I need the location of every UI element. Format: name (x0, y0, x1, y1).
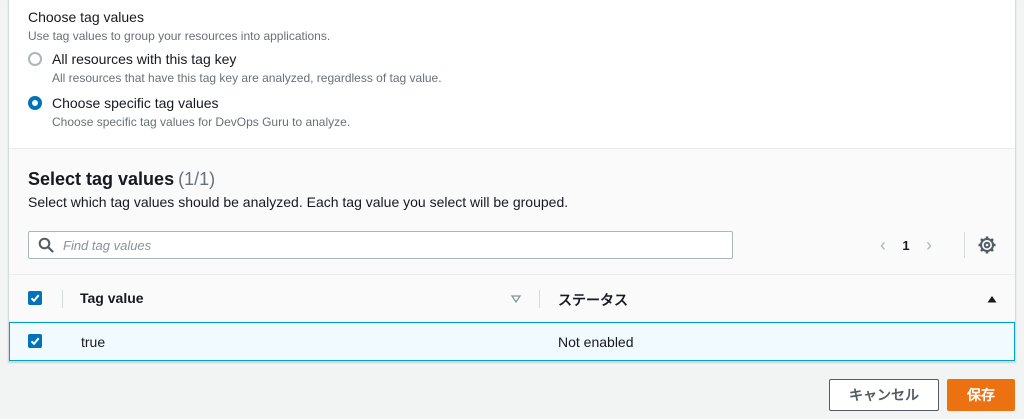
checkmark-icon (30, 337, 40, 346)
radio-option-specific-values[interactable]: Choose specific tag values Choose specif… (28, 94, 350, 129)
radio-unchecked[interactable] (28, 52, 42, 66)
cell-tag-value: true (81, 334, 106, 350)
save-button[interactable]: 保存 (947, 379, 1015, 411)
section-label: Choose tag values (28, 9, 144, 25)
gear-icon[interactable] (977, 235, 997, 255)
radio-description: Choose specific tag values for DevOps Gu… (52, 115, 351, 129)
row-checkbox[interactable] (28, 334, 42, 348)
radio-label: All resources with this tag key (52, 51, 237, 67)
radio-label: Choose specific tag values (52, 95, 219, 111)
radio-description: All resources that have this tag key are… (52, 71, 442, 85)
column-header-status[interactable]: ステータス (558, 290, 628, 310)
table-row[interactable]: true Not enabled (9, 322, 1015, 361)
search-input[interactable] (63, 232, 723, 258)
column-divider (539, 290, 540, 308)
search-icon (38, 237, 54, 253)
search-box (28, 231, 733, 259)
tag-values-panel: Choose tag values Use tag values to grou… (8, 0, 1016, 362)
sort-up-icon[interactable] (986, 293, 998, 305)
select-all-checkbox[interactable] (28, 291, 42, 305)
table-description: Select which tag values should be analyz… (28, 194, 569, 210)
table-header: Select tag values (1/1) Select which tag … (9, 149, 1015, 274)
choose-tag-values-section: Choose tag values Use tag values to grou… (9, 0, 1015, 148)
cancel-button[interactable]: キャンセル (829, 379, 939, 411)
column-header-tag-value[interactable]: Tag value (80, 290, 144, 306)
page-number[interactable]: 1 (893, 238, 919, 253)
column-divider (62, 290, 63, 308)
section-description: Use tag values to group your resources i… (28, 29, 331, 43)
table-title: Select tag values (1/1) (28, 169, 215, 190)
chevron-right-icon[interactable]: › (919, 235, 939, 255)
chevron-left-icon[interactable]: ‹ (873, 235, 893, 255)
radio-checked[interactable] (28, 96, 42, 110)
table-count: (1/1) (178, 169, 216, 189)
table-title-text: Select tag values (28, 169, 175, 189)
checkmark-icon (30, 294, 40, 303)
cell-status: Not enabled (558, 334, 634, 350)
table-column-header: Tag value ステータス (9, 274, 1015, 322)
pagination: ‹ 1 › (873, 235, 963, 255)
sort-down-icon[interactable] (510, 293, 522, 305)
radio-option-all-resources[interactable]: All resources with this tag key All reso… (28, 50, 442, 85)
pagination-divider (964, 232, 965, 258)
